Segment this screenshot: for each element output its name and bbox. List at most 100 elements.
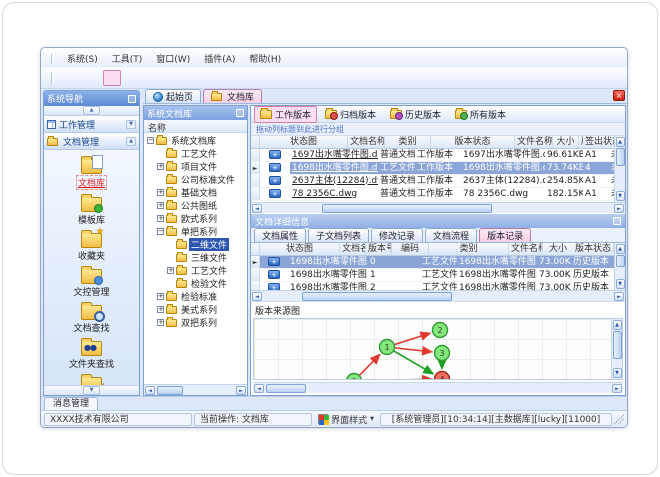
tab-start-page[interactable]: 起始页	[145, 89, 202, 103]
tree-expander-icon[interactable]	[167, 241, 174, 248]
tree-item[interactable]: 公司标准文件	[144, 173, 247, 186]
tree-expander-icon[interactable]	[167, 280, 174, 287]
doc-name-cell[interactable]: 1698出水嘴零件图.dwg	[288, 269, 368, 282]
table-horizontal-scrollbar[interactable]: ◄ ►	[251, 202, 625, 213]
table-vertical-scrollbar[interactable]: ▲ ▼	[614, 243, 625, 290]
scroll-down-icon[interactable]: ▼	[615, 279, 625, 289]
scroll-left-icon[interactable]: ◄	[252, 203, 262, 213]
table-row[interactable]: 1697出水嘴零件图.dwg 普通文档 工作版本 1697出水嘴零件图.dwg …	[251, 149, 614, 162]
exit-icon[interactable]	[250, 70, 268, 86]
menu-item[interactable]: 系统(S)	[60, 51, 105, 66]
new-window-icon[interactable]	[103, 69, 121, 86]
tree-expander-icon[interactable]	[167, 267, 174, 274]
detail-tab[interactable]: 文档属性	[254, 228, 307, 242]
tree-item[interactable]: 工艺文件	[144, 264, 247, 277]
pin-icon[interactable]	[236, 109, 244, 117]
desktop-icon[interactable]	[61, 70, 79, 86]
version-button[interactable]: 归档版本	[319, 106, 382, 123]
column-header[interactable]: 文件名称	[515, 136, 553, 148]
tree-item[interactable]: 二维文件	[144, 238, 247, 251]
doc-name-cell[interactable]: 1698出水嘴零件图.dwg	[288, 282, 368, 291]
version-button[interactable]: 所有版本	[449, 106, 512, 123]
table-horizontal-scrollbar[interactable]: ◄ ►	[251, 290, 625, 301]
scroll-right-icon[interactable]: ►	[614, 203, 624, 213]
globe-icon[interactable]	[82, 70, 100, 86]
scroll-down-icon[interactable]: ▼	[615, 191, 625, 201]
column-header[interactable]: 编码	[392, 243, 429, 255]
column-header[interactable]: 文件名称	[509, 243, 543, 255]
table-row[interactable]: 1698出水嘴零件图.dwg 1 工艺文件 1698出水嘴零件图.dwg 73.…	[251, 269, 614, 282]
version-button[interactable]: 历史版本	[384, 106, 447, 123]
tree-item[interactable]: 工艺文件	[144, 147, 247, 160]
scroll-down-icon[interactable]: ▼	[612, 368, 622, 378]
column-header[interactable]: 状态图	[260, 136, 348, 148]
scroll-up-icon[interactable]: ▲	[612, 320, 622, 330]
sidebar-item[interactable]: 签出的文档	[49, 372, 135, 385]
tree-expander-icon[interactable]	[167, 254, 174, 261]
close-icon[interactable]: ×	[613, 90, 625, 101]
tree-item[interactable]: 三维文件	[144, 251, 247, 264]
tree-expander-icon[interactable]	[157, 202, 164, 209]
sidebar-item[interactable]: 模板库	[49, 192, 135, 227]
table-row[interactable]: 2637主体(12284).dwg 普通文档 工作版本 2637主体(12284…	[251, 175, 614, 188]
column-header[interactable]: 状态图	[260, 243, 340, 255]
chevron-down-icon[interactable]: ▼	[82, 386, 101, 395]
tree-expander-icon[interactable]	[157, 293, 164, 300]
tree-item[interactable]: 检验文件	[144, 277, 247, 290]
column-header[interactable]: 大小	[543, 243, 573, 255]
tree-item[interactable]: 欧式系列	[144, 212, 247, 225]
tree-item[interactable]: 公共图纸	[144, 199, 247, 212]
sidebar-group-work[interactable]: 工作管理 ▼	[44, 116, 139, 133]
toolbar-grip[interactable]	[51, 71, 54, 84]
table-vertical-scrollbar[interactable]: ▲ ▼	[614, 136, 625, 202]
column-header[interactable]: 类别	[429, 243, 509, 255]
group-by-bar[interactable]: 拖动列标题到此进行分组	[251, 123, 625, 136]
table-row[interactable]: 1698出水嘴零件图.dwg 工艺文件 工作版本 1698出水嘴零件图.dwg …	[251, 161, 614, 175]
tree-horizontal-scrollbar[interactable]: ◄ ►	[144, 384, 247, 395]
tree-item[interactable]: 单把系列	[144, 225, 247, 238]
scroll-up-icon[interactable]: ▲	[615, 137, 625, 147]
sidebar-item[interactable]: 收藏夹	[49, 227, 135, 263]
column-header[interactable]: 版本状态	[431, 136, 515, 148]
doc-name-cell[interactable]: 2637主体(12284).dwg	[290, 175, 378, 188]
graph-horizontal-scrollbar[interactable]: ◄ ►	[253, 382, 623, 393]
menu-item[interactable]: 工具(T)	[105, 51, 150, 66]
menu-item[interactable]: 帮助(H)	[242, 51, 288, 66]
tree-expander-icon[interactable]	[157, 319, 164, 326]
window-list-icon[interactable]	[124, 70, 142, 86]
sidebar-item[interactable]: 文档库	[49, 154, 135, 191]
doc-name-cell[interactable]: 1698出水嘴零件图.dwg	[290, 162, 378, 175]
scroll-right-icon[interactable]: ►	[614, 291, 624, 301]
tree-item[interactable]: 检验标准	[144, 290, 247, 303]
scroll-left-icon[interactable]: ◄	[254, 383, 264, 393]
sidebar-group-document[interactable]: 文档管理 ▲	[44, 133, 139, 150]
doc-name-cell[interactable]: 1698出水嘴零件图.dwg	[288, 256, 368, 269]
scroll-up-icon[interactable]: ▲	[615, 244, 625, 254]
tree-column-header[interactable]: 名称	[144, 120, 247, 134]
tab-message-manager[interactable]: 消息管理	[44, 397, 99, 410]
column-header[interactable]: 类别	[385, 136, 431, 148]
tree-item[interactable]: 项目文件	[144, 160, 247, 173]
window-badge-icon-2[interactable]	[166, 70, 184, 86]
scroll-right-icon[interactable]: ►	[612, 383, 622, 393]
doc-name-cell[interactable]: 1697出水嘴零件图.dwg	[290, 149, 378, 162]
ui-style-dropdown[interactable]: 界面样式 ▼	[314, 413, 378, 426]
sidebar-item[interactable]: 文件夹查找	[49, 336, 135, 371]
column-header[interactable]: 版本号	[366, 243, 392, 255]
tree-expander-icon[interactable]	[157, 189, 164, 196]
help-icon[interactable]	[208, 70, 226, 86]
column-header[interactable]: 签出状态	[583, 136, 614, 148]
window-badge-icon-1[interactable]	[145, 70, 163, 86]
pin-icon[interactable]	[128, 94, 136, 103]
column-header[interactable]: 大小	[553, 136, 579, 148]
table-row[interactable]: 78 2356C.dwg 普通文档 工作版本 78 2356C.dwg 182.…	[251, 188, 614, 201]
version-button[interactable]: 工作版本	[254, 106, 318, 123]
detail-tab[interactable]: 子文档列表	[308, 228, 370, 242]
version-graph-canvas[interactable]: 0 1 2 3 4	[254, 319, 611, 379]
column-header[interactable]: 文档名称	[348, 136, 385, 148]
tree-expander-icon[interactable]	[157, 150, 164, 157]
detail-tab[interactable]: 文档流程	[425, 228, 478, 242]
sidebar-item[interactable]: 文档查找	[49, 300, 135, 335]
menu-item[interactable]: 窗口(W)	[149, 51, 197, 66]
resize-grip[interactable]	[614, 414, 624, 424]
